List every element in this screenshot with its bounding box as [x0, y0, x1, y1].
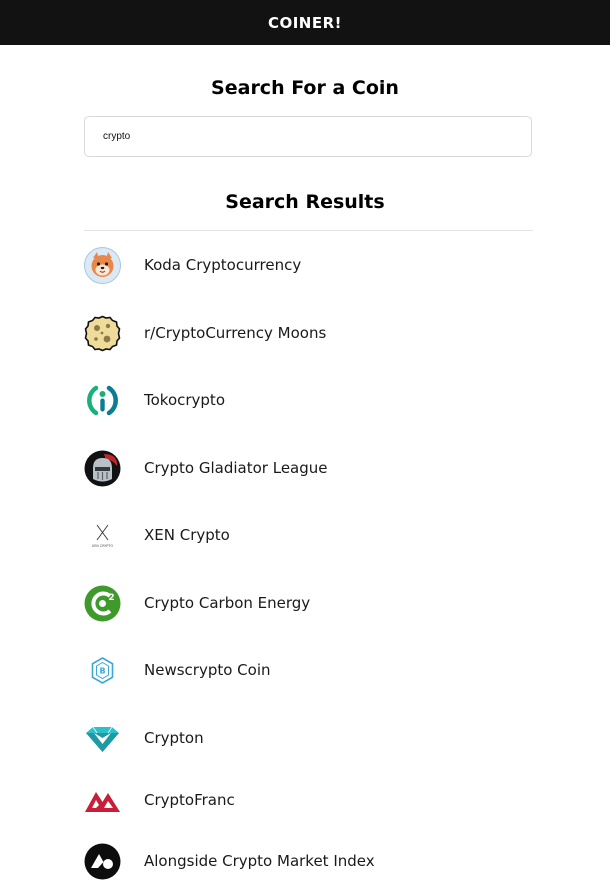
alongside-icon: [84, 843, 121, 880]
result-item[interactable]: XEN CRYPTO XEN Crypto: [84, 515, 533, 555]
cryptofranc-mountain-icon: [84, 782, 121, 819]
search-input[interactable]: [85, 117, 531, 156]
svg-text:B: B: [99, 666, 105, 675]
newscrypto-hexagon-icon: B: [84, 652, 121, 689]
svg-text:2: 2: [108, 593, 114, 603]
results-divider: [84, 230, 533, 231]
result-name: Koda Cryptocurrency: [144, 256, 302, 274]
result-item[interactable]: CryptoFranc: [84, 780, 533, 820]
result-name: Crypton: [144, 729, 204, 747]
xen-x-icon: XEN CRYPTO: [84, 517, 121, 554]
xen-logo-text: XEN CRYPTO: [92, 544, 114, 548]
brand-logo[interactable]: COINER!: [268, 14, 342, 32]
result-item[interactable]: Koda Cryptocurrency: [84, 245, 533, 285]
result-name: Tokocrypto: [144, 391, 225, 409]
search-field[interactable]: [84, 116, 532, 157]
result-name: CryptoFranc: [144, 791, 235, 809]
result-name: Newscrypto Coin: [144, 661, 271, 679]
gladiator-helmet-icon: [84, 450, 121, 487]
result-item[interactable]: 2 Crypto Carbon Energy: [84, 583, 533, 623]
result-name: Crypto Gladiator League: [144, 459, 328, 477]
tokocrypto-icon: [84, 382, 121, 419]
moon-icon: [84, 315, 121, 352]
result-item[interactable]: r/CryptoCurrency Moons: [84, 313, 533, 353]
koda-dog-icon: [84, 246, 121, 284]
result-name: Crypto Carbon Energy: [144, 594, 311, 612]
result-item[interactable]: Alongside Crypto Market Index: [84, 841, 533, 881]
result-item[interactable]: Tokocrypto: [84, 380, 533, 420]
result-name: XEN Crypto: [144, 526, 230, 544]
result-item[interactable]: Crypton: [84, 718, 533, 758]
result-name: r/CryptoCurrency Moons: [144, 324, 327, 342]
result-item[interactable]: B Newscrypto Coin: [84, 650, 533, 690]
result-item[interactable]: Crypto Gladiator League: [84, 448, 533, 488]
search-heading: Search For a Coin: [211, 77, 399, 99]
top-navbar: COINER!: [0, 0, 610, 45]
results-heading: Search Results: [225, 191, 385, 213]
result-name: Alongside Crypto Market Index: [144, 852, 375, 870]
crypton-diamond-icon: [84, 720, 121, 757]
carbon-energy-c2-icon: 2: [84, 585, 121, 622]
